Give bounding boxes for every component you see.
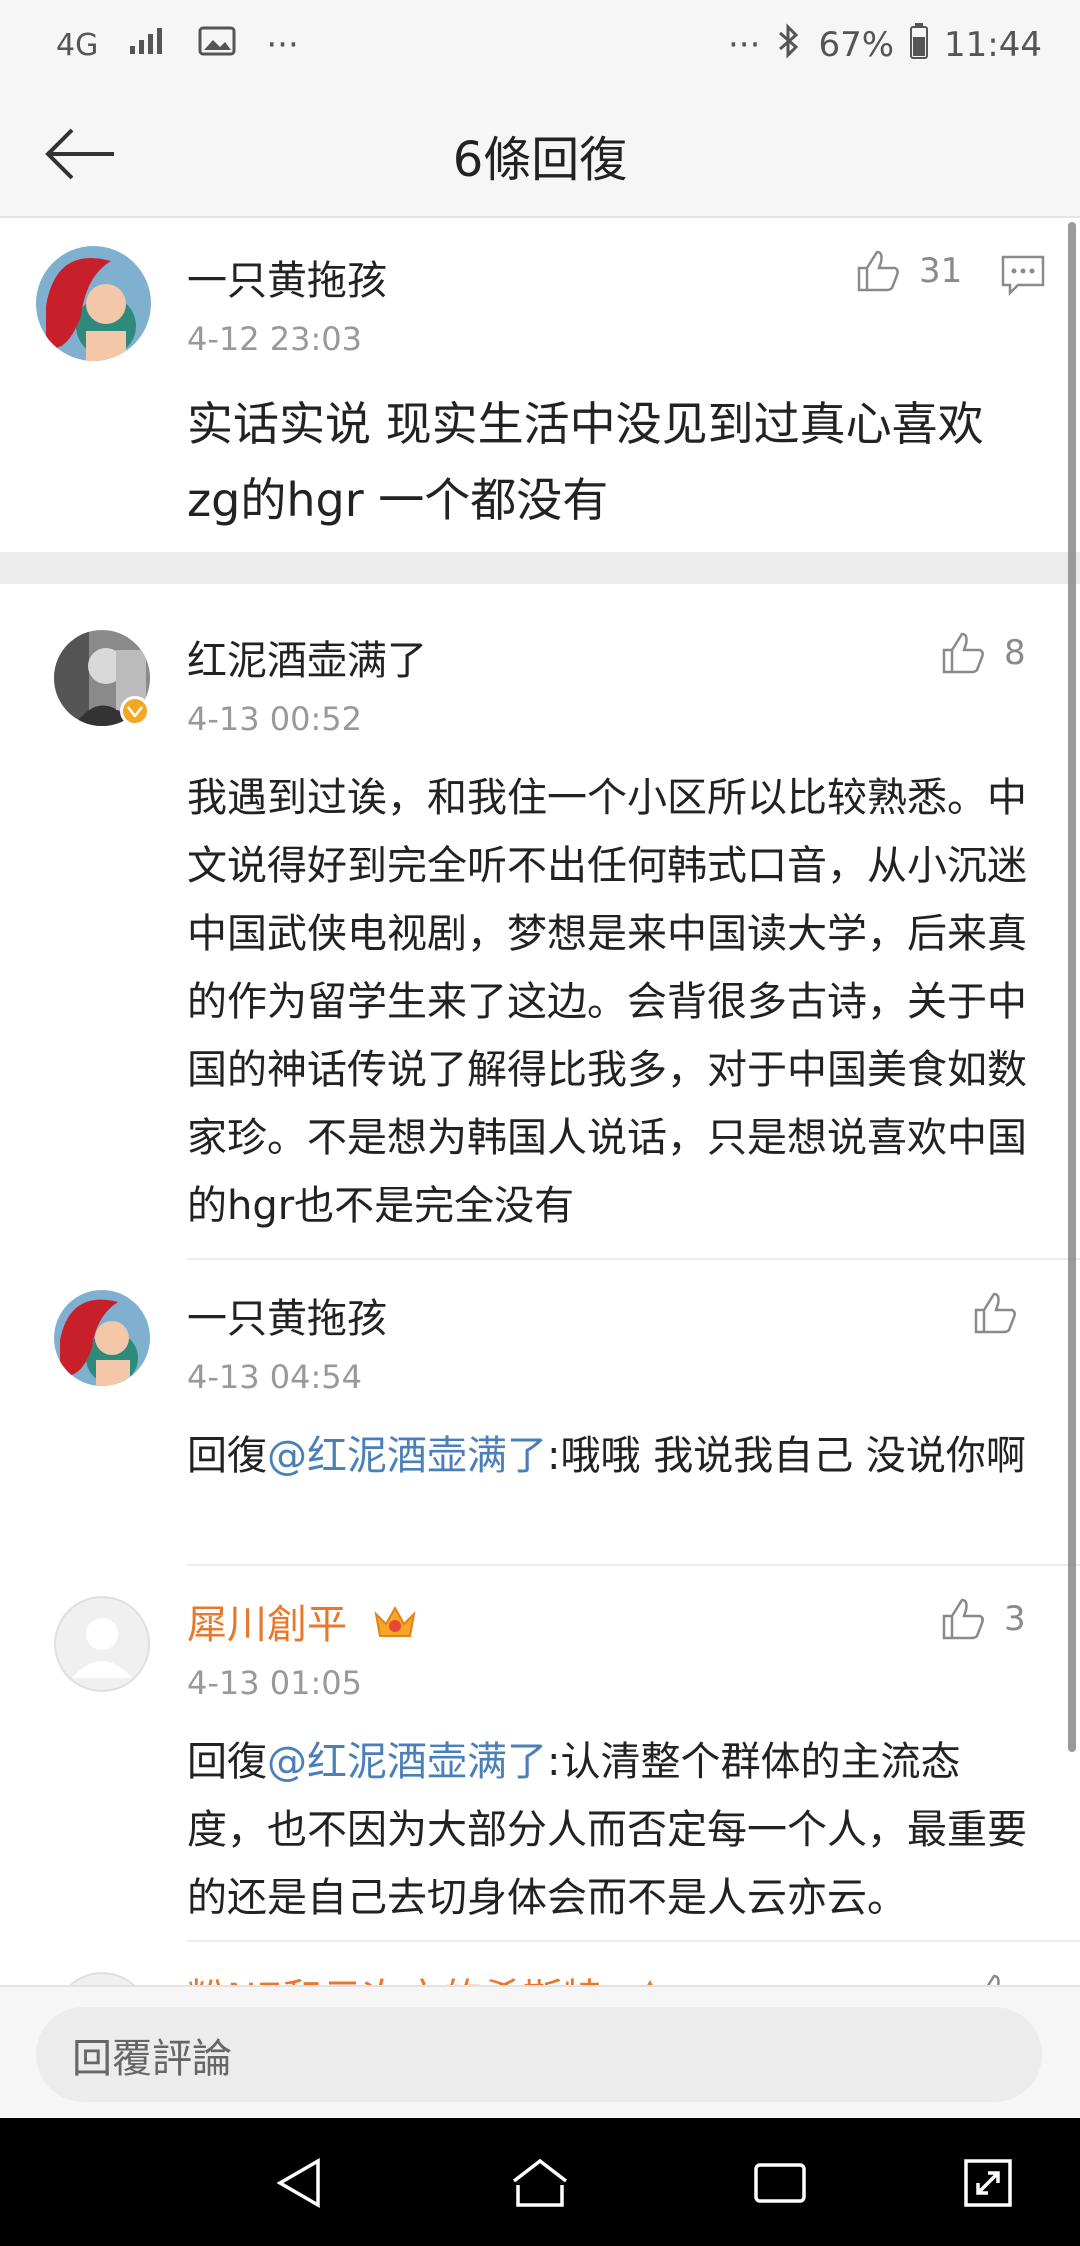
thumbs-up-icon: [974, 1292, 1016, 1334]
more-status-label: ···: [728, 25, 761, 65]
like-button[interactable]: [972, 1290, 1036, 1336]
comment-icon: [1001, 255, 1045, 297]
nav-back-button[interactable]: [260, 2148, 340, 2218]
like-button[interactable]: 31: [855, 248, 962, 294]
comment-text: 回復@红泥酒壶满了:认清整个群体的主流态度，也不因为大部分人而否定每一个人，最重…: [187, 1728, 1032, 1932]
reply-comment-button[interactable]: [1000, 254, 1046, 300]
clock: 11:44: [944, 25, 1042, 65]
avatar[interactable]: [54, 1290, 150, 1386]
commenter-name[interactable]: 粉N7和云次方的希斯特: [187, 1966, 673, 1985]
page-title: 6條回復: [452, 132, 628, 188]
vip-crown-icon: [372, 1602, 418, 1652]
expand-arrows-icon: [964, 2159, 1012, 2207]
bluetooth-icon: [776, 22, 802, 68]
commenter-name[interactable]: 一只黄拖孩: [187, 1286, 387, 1344]
commenter-name[interactable]: 红泥酒壶满了: [187, 628, 427, 686]
like-count: 3: [1004, 1599, 1026, 1639]
like-button[interactable]: 3: [940, 1596, 1026, 1642]
comment-time: 4-12 23:03: [187, 320, 363, 358]
like-count: 8: [1004, 633, 1026, 673]
reply-input[interactable]: 回覆評論: [36, 2007, 1042, 2102]
comment-text: 实话实说 现实生活中没见到过真心喜欢zg的hgr 一个都没有: [187, 397, 984, 527]
comment-time: 4-13 00:52: [187, 700, 363, 738]
battery-icon: [910, 22, 929, 68]
more-notifications-label: ···: [266, 25, 299, 65]
like-button[interactable]: 8: [940, 630, 1026, 676]
image-icon: [198, 25, 236, 65]
commenter-name[interactable]: 犀川創平: [187, 1592, 418, 1652]
network-type-label: 4G: [56, 27, 99, 63]
thumbs-up-icon: [986, 1974, 1000, 1985]
avatar[interactable]: [54, 1972, 150, 1985]
commenter-name-text: 犀川創平: [187, 1602, 347, 1648]
nav-expand-button[interactable]: [948, 2148, 1028, 2218]
avatar[interactable]: [54, 1596, 150, 1692]
nav-recents-icon: [754, 2163, 806, 2203]
mention-link[interactable]: @红泥酒壶满了: [267, 1433, 547, 1479]
reply-item: 犀川創平 4-13 01:05 3 回復@红泥酒壶满了:认清整个群体的主流态度，…: [0, 1566, 1080, 1942]
system-nav-bar: [0, 2118, 1080, 2246]
reply-item: 红泥酒壶满了 4-13 00:52 8 我遇到过诶，和我住一个小区所以比较熟悉。…: [0, 584, 1080, 1260]
commenter-name-text: 粉N7和云次方的希斯特: [187, 1976, 602, 1985]
reply-item: 粉N7和云次方的希斯特: [0, 1942, 1080, 1985]
comment-text: 我遇到过诶，和我住一个小区所以比较熟悉。中文说得好到完全听不出任何韩式口音，从小…: [187, 775, 1027, 1229]
main-comment: 一只黄拖孩 4-12 23:03 31 实话实说 现实生活中没见到过真心喜欢zg…: [0, 218, 1080, 552]
comment-text: 回復@红泥酒壶满了:哦哦 我说我自己 没说你啊: [187, 1422, 1032, 1490]
reply-body: :哦哦 我说我自己 没说你啊: [547, 1433, 1026, 1479]
status-bar: 4G ··· ··· 67% 11:44: [0, 0, 1080, 90]
thumbs-up-icon: [857, 250, 899, 292]
thumbs-up-icon: [942, 1598, 984, 1640]
app-bar: 6條回復: [0, 90, 1080, 218]
mention-link[interactable]: @红泥酒壶满了: [267, 1739, 547, 1785]
like-count: 31: [919, 251, 963, 291]
reply-item: 一只黄拖孩 4-13 04:54 回復@红泥酒壶满了:哦哦 我说我自己 没说你啊: [0, 1260, 1080, 1566]
nav-back-icon: [276, 2157, 320, 2209]
comment-time: 4-13 04:54: [187, 1358, 363, 1396]
reply-prefix: 回復: [187, 1739, 267, 1785]
avatar[interactable]: [36, 246, 151, 361]
like-button[interactable]: [972, 1972, 1018, 1985]
nav-home-button[interactable]: [500, 2148, 580, 2218]
thumbs-up-icon: [942, 632, 984, 674]
verified-badge-icon: [120, 696, 150, 726]
nav-recents-button[interactable]: [740, 2148, 820, 2218]
signal-icon: [128, 25, 168, 65]
comment-time: 4-13 01:05: [187, 1664, 363, 1702]
scrollbar[interactable]: [1068, 222, 1076, 1752]
nav-home-icon: [512, 2158, 568, 2207]
vip-crown-icon: [627, 1976, 673, 1985]
reply-bar: 回覆評論: [0, 1985, 1080, 2118]
section-divider: [0, 552, 1080, 584]
reply-prefix: 回復: [187, 1433, 267, 1479]
battery-percent: 67%: [818, 25, 895, 65]
comment-list[interactable]: 一只黄拖孩 4-12 23:03 31 实话实说 现实生活中没见到过真心喜欢zg…: [0, 218, 1080, 1985]
commenter-name[interactable]: 一只黄拖孩: [187, 248, 387, 306]
